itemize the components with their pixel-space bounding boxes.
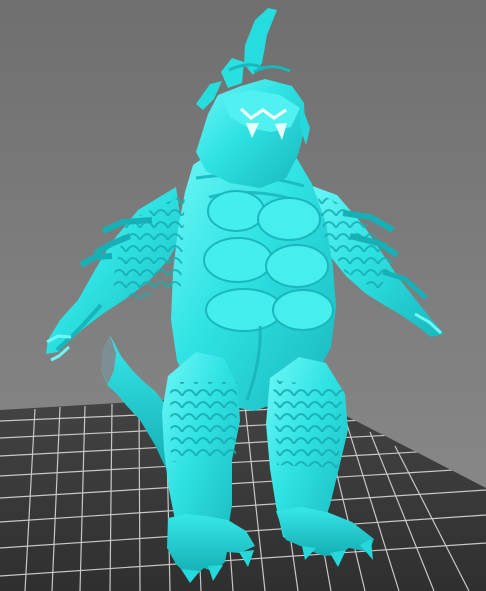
3d-viewport[interactable] — [0, 0, 486, 591]
scene-canvas[interactable] — [0, 0, 486, 591]
build-plate-grid — [0, 392, 486, 591]
